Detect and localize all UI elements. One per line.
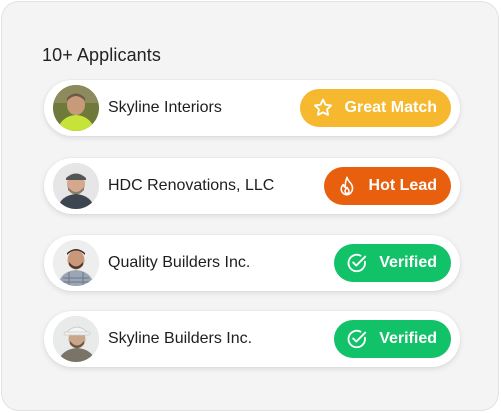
flame-icon [336,175,358,197]
badge-label: Verified [379,330,437,347]
applicants-panel: 10+ Applicants Skyline Interiors Great M… [1,1,499,411]
applicant-card-skyline-builders[interactable]: Skyline Builders Inc. Verified [44,311,460,367]
applicants-heading: 10+ Applicants [42,45,161,65]
company-name: Quality Builders Inc. [108,254,251,271]
applicant-card-quality-builders[interactable]: Quality Builders Inc. Verified [44,235,460,291]
avatar [53,316,99,362]
company-name: Skyline Builders Inc. [108,330,253,347]
great-match-badge: Great Match [299,89,451,127]
star-icon [312,97,334,119]
avatar [53,240,99,286]
avatar-photo [53,163,99,209]
company-name: Skyline Interiors [108,99,222,116]
verified-badge: Verified [334,320,451,358]
avatar [53,85,99,131]
verified-badge: Verified [334,244,451,282]
badge-label: Great Match [344,99,437,116]
applicant-card-skyline-interiors[interactable]: Skyline Interiors Great Match [44,80,460,136]
hot-lead-badge: Hot Lead [323,167,451,205]
badge-label: Verified [379,254,437,271]
avatar-photo [53,240,99,286]
badge-label: Hot Lead [368,177,437,194]
avatar-photo [53,316,99,362]
company-name: HDC Renovations, LLC [108,177,275,194]
avatar-photo [53,85,99,131]
applicant-card-hdc-renovations[interactable]: HDC Renovations, LLC Hot Lead [44,158,460,214]
check-circle-icon [346,252,368,274]
avatar [53,163,99,209]
check-circle-icon [346,328,368,350]
